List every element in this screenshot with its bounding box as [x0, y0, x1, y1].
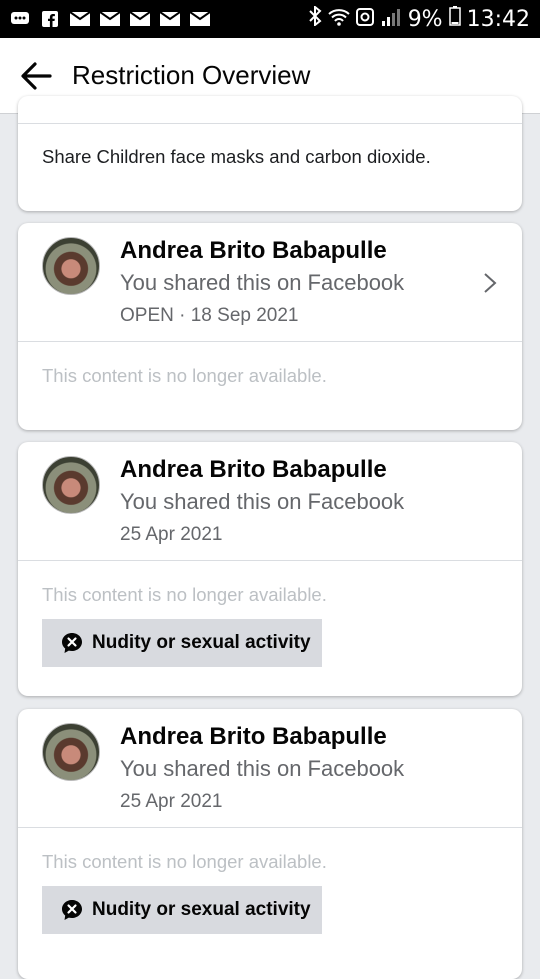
post-text: Share Children face masks and carbon dio… [42, 146, 431, 167]
restriction-card[interactable]: Andrea Brito Babapulle You shared this o… [18, 223, 522, 430]
clock: 13:42 [466, 6, 530, 32]
page-title: Restriction Overview [72, 60, 311, 90]
battery-icon [448, 6, 461, 32]
report-bubble-icon [62, 900, 82, 920]
violation-label: Nudity or sexual activity [92, 632, 311, 653]
post-meta: OPEN · 18 Sep 2021 [120, 305, 299, 326]
unavailable-text: This content is no longer available. [42, 851, 327, 872]
author-name: Andrea Brito Babapulle [120, 456, 387, 483]
signal-icon [380, 7, 402, 32]
shared-label: You shared this on Facebook [120, 270, 405, 295]
data-saver-icon [355, 7, 374, 32]
violation-badge: Nudity or sexual activity [42, 619, 322, 667]
unavailable-text: This content is no longer available. [42, 365, 327, 386]
avatar [42, 237, 100, 295]
post-meta: 25 Apr 2021 [120, 524, 223, 545]
card-header[interactable]: Andrea Brito Babapulle You shared this o… [18, 223, 522, 342]
avatar [42, 723, 100, 781]
report-bubble-icon [62, 633, 82, 653]
avatar [42, 456, 100, 514]
facebook-icon [40, 11, 60, 27]
mail-icon-4 [160, 11, 180, 27]
restriction-card[interactable]: Andrea Brito Babapulle You shared this o… [18, 709, 522, 979]
mail-icon-5 [190, 11, 210, 27]
back-arrow-icon [21, 61, 52, 90]
mail-icon-1 [70, 11, 90, 27]
violation-label: Nudity or sexual activity [92, 899, 311, 920]
chevron-right-icon[interactable] [480, 271, 500, 295]
status-bar: 9% 13:42 [0, 0, 540, 38]
author-name: Andrea Brito Babapulle [120, 237, 387, 264]
violation-badge: Nudity or sexual activity [42, 886, 322, 934]
card-header: Andrea Brito Babapulle You shared this o… [18, 709, 522, 828]
card-header: Andrea Brito Babapulle You shared this o… [18, 442, 522, 561]
battery-percent: 9% [407, 6, 443, 32]
divider [18, 123, 522, 124]
restriction-card-partial[interactable]: Share Children face masks and carbon dio… [18, 96, 522, 211]
restriction-card[interactable]: Andrea Brito Babapulle You shared this o… [18, 442, 522, 696]
system-status: 9% 13:42 [308, 4, 530, 32]
post-meta: 25 Apr 2021 [120, 791, 223, 812]
shared-label: You shared this on Facebook [120, 756, 405, 781]
wifi-icon [328, 7, 350, 32]
unavailable-text: This content is no longer available. [42, 584, 327, 605]
chat-bubble-icon [10, 11, 30, 27]
notification-icons [10, 11, 210, 27]
author-name: Andrea Brito Babapulle [120, 723, 387, 750]
mail-icon-2 [100, 11, 120, 27]
mail-icon-3 [130, 11, 150, 27]
shared-label: You shared this on Facebook [120, 489, 405, 514]
bluetooth-icon [308, 4, 322, 32]
